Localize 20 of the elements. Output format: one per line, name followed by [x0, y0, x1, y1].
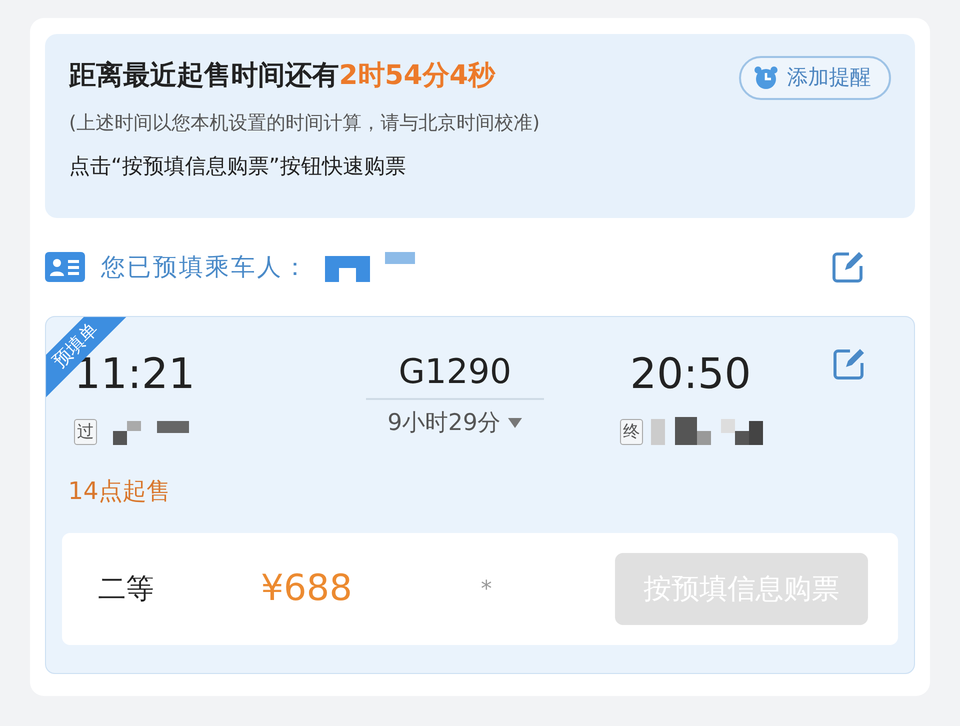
- sale-time-note: 14点起售: [68, 476, 172, 507]
- add-reminder-button[interactable]: 添加提醒: [739, 56, 891, 100]
- caret-icon: [508, 418, 522, 428]
- countdown-title: 距离最近起售时间还有2时54分4秒: [69, 59, 496, 93]
- station-tag: 终: [620, 419, 643, 445]
- time-note: (上述时间以您本机设置的时间计算，请与北京时间校准): [69, 110, 540, 136]
- passenger-label: 您已预填乘车人：: [101, 252, 309, 283]
- duration-dropdown[interactable]: 9小时29分: [366, 398, 544, 440]
- station-tag: 过: [74, 419, 97, 445]
- alarm-clock-icon: [753, 64, 779, 91]
- id-card-icon: [45, 252, 85, 282]
- edit-icon[interactable]: [832, 347, 866, 381]
- edit-icon[interactable]: [831, 250, 865, 284]
- purchase-hint: 点击“按预填信息购票”按钮快速购票: [69, 153, 407, 180]
- train-number: G1290: [398, 351, 512, 394]
- arrival-time: 20:50: [630, 353, 752, 395]
- seat-class: 二等: [98, 571, 155, 607]
- departure-time: 11:21: [74, 353, 196, 395]
- availability-mark: *: [480, 576, 493, 604]
- ticket-price: ¥688: [260, 567, 354, 611]
